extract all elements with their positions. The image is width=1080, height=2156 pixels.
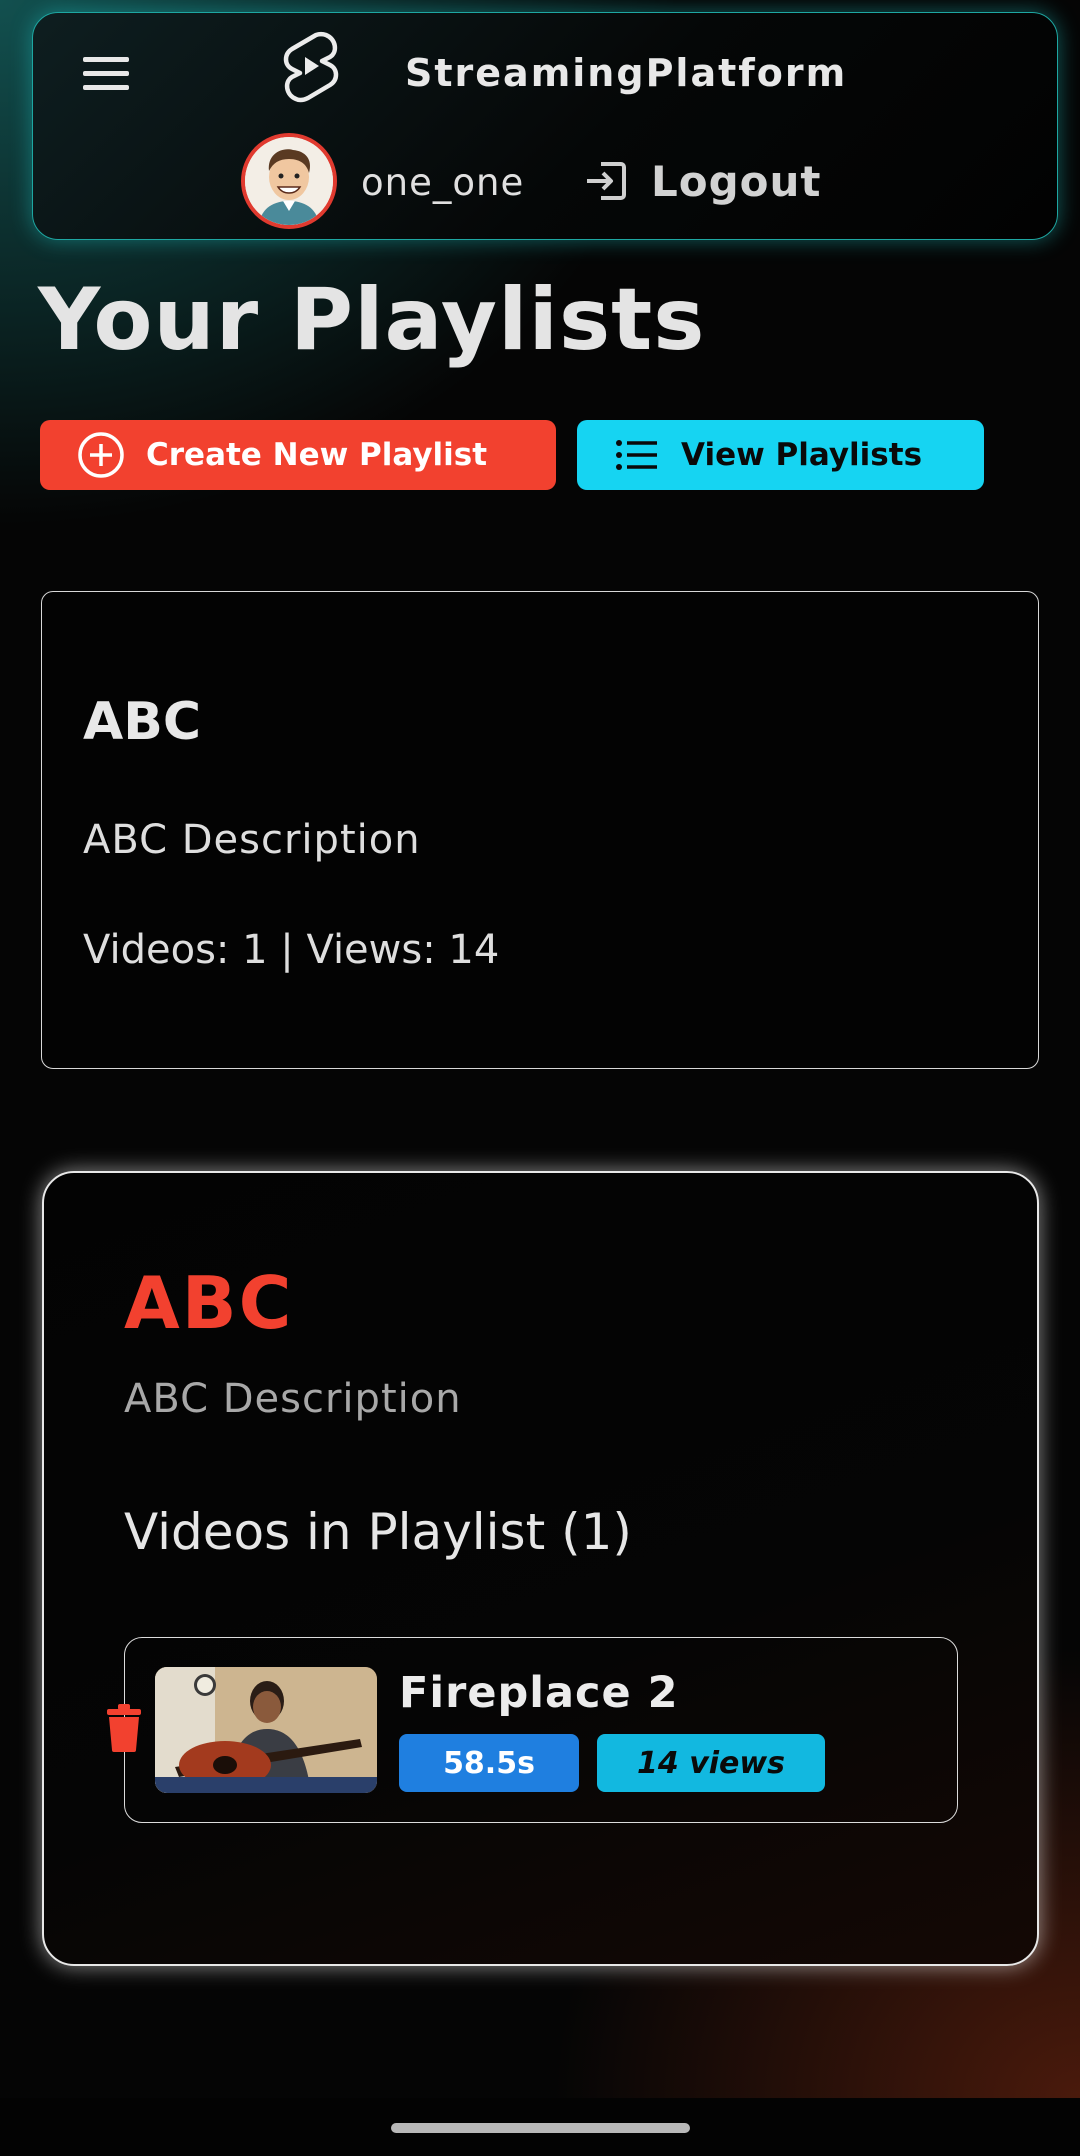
playlist-card-name: ABC [83,692,202,752]
playlist-card-description: ABC Description [83,817,421,863]
views-badge: 14 views [597,1734,825,1792]
duration-badge: 58.5s [399,1734,579,1792]
playlist-card[interactable]: ABC ABC Description Videos: 1 | Views: 1… [41,591,1039,1069]
brand-name[interactable]: StreamingPlatform [405,51,847,95]
playlist-detail-card: ABC ABC Description Videos in Playlist (… [42,1171,1039,1966]
thumbnail-image [155,1667,377,1793]
create-playlist-button[interactable]: Create New Playlist [40,420,556,490]
video-thumbnail[interactable] [155,1667,377,1793]
playlist-card-stats: Videos: 1 | Views: 14 [83,927,500,973]
video-list-item[interactable]: Fireplace 2 58.5s 14 views [107,1637,958,1823]
plus-circle-icon [78,432,124,478]
username[interactable]: one_one [361,161,524,204]
videos-heading: Videos in Playlist (1) [124,1503,632,1561]
logout-label: Logout [651,156,822,206]
create-playlist-label: Create New Playlist [146,437,488,473]
user-avatar[interactable] [241,133,337,229]
playlist-detail-name: ABC [124,1261,294,1345]
top-navbar: StreamingPlatform one_one Logout [32,12,1058,240]
shorts-logo-icon[interactable] [278,29,342,107]
home-indicator[interactable] [391,2123,690,2133]
list-icon [616,440,657,470]
page-title: Your Playlists [38,270,706,370]
playlist-detail-description: ABC Description [124,1376,462,1422]
logout-button[interactable]: Logout [583,153,822,209]
hamburger-icon[interactable] [83,57,129,93]
view-playlists-button[interactable]: View Playlists [577,420,984,490]
trash-icon[interactable] [105,1704,143,1752]
video-title[interactable]: Fireplace 2 [399,1668,679,1718]
avatar-illustration [245,137,333,225]
view-playlists-label: View Playlists [681,437,923,473]
logout-icon [587,162,626,200]
